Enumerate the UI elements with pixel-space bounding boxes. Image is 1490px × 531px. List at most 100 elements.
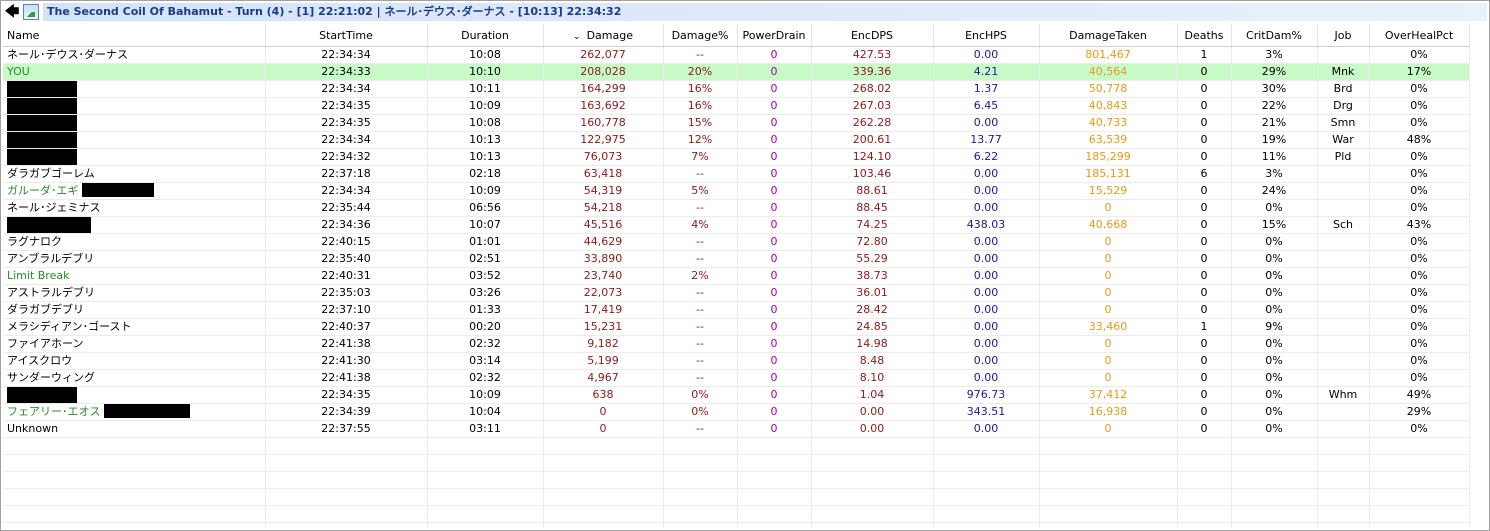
column-header-enchps[interactable]: EncHPS bbox=[933, 24, 1040, 47]
cell-damagetaken: 0 bbox=[1039, 284, 1178, 302]
cell-duration: 00:20 bbox=[427, 318, 544, 336]
table-row[interactable]: アストラルデブリ 22:35:03 03:26 22,073 -- 0 36.01 0.00 0… bbox=[3, 284, 1470, 302]
table-row[interactable]: 22:34:32 10:13 76,073 7% 0 124.10 6.22 185,299 0… bbox=[3, 148, 1470, 166]
cell-deaths: 0 bbox=[1177, 182, 1232, 200]
cell-name bbox=[3, 386, 266, 404]
column-header-damagetaken[interactable]: DamageTaken bbox=[1039, 24, 1178, 47]
cell-critdam: 3% bbox=[1231, 165, 1318, 183]
table-row[interactable]: アンブラルデブリ 22:35:40 02:51 33,890 -- 0 55.29 0.00 0… bbox=[3, 250, 1470, 268]
combatant-name: アストラルデブリ bbox=[7, 286, 95, 299]
empty-cell bbox=[1369, 488, 1470, 506]
header-row: Name StartTime Duration ⌄ Damage Damage% … bbox=[3, 24, 1470, 47]
table-row[interactable]: YOU 22:34:33 10:10 208,028 20% 0 339.36 4.21 40,… bbox=[3, 63, 1470, 81]
column-header-duration[interactable]: Duration bbox=[427, 24, 544, 47]
column-header-overhealpct[interactable]: OverHealPct bbox=[1369, 24, 1470, 47]
cell-job: Drg bbox=[1317, 97, 1370, 115]
table-row[interactable]: Unknown 22:37:55 03:11 0 -- 0 0.00 0.00 0 0 0% 0% bbox=[3, 420, 1470, 438]
cell-damage: 23,740 bbox=[543, 267, 664, 285]
cell-deaths: 0 bbox=[1177, 131, 1232, 149]
empty-cell bbox=[663, 437, 738, 455]
empty-cell bbox=[663, 522, 738, 528]
image-icon[interactable] bbox=[23, 4, 39, 20]
cell-critdam: 3% bbox=[1231, 46, 1318, 64]
redacted-name bbox=[7, 115, 77, 131]
cell-deaths: 1 bbox=[1177, 46, 1232, 64]
cell-damagetaken: 0 bbox=[1039, 420, 1178, 438]
table-row[interactable]: 22:34:36 10:07 45,516 4% 0 74.25 438.03 40,668 0… bbox=[3, 216, 1470, 234]
table-row[interactable]: サンダーウィング 22:41:38 02:32 4,967 -- 0 8.10 0.00 0 0 0… bbox=[3, 369, 1470, 387]
cell-encdps: 14.98 bbox=[811, 335, 934, 353]
table-row[interactable]: アイスクロウ 22:41:30 03:14 5,199 -- 0 8.48 0.00 0 0 0% 0… bbox=[3, 352, 1470, 370]
column-header-damage[interactable]: ⌄ Damage bbox=[543, 24, 664, 47]
cell-duration: 02:32 bbox=[427, 335, 544, 353]
cell-name: アイスクロウ bbox=[3, 352, 266, 370]
table-row[interactable]: 22:34:34 10:11 164,299 16% 0 268.02 1.37 50,778… bbox=[3, 80, 1470, 98]
column-header-encdps[interactable]: EncDPS bbox=[811, 24, 934, 47]
table-row[interactable]: Limit Break 22:40:31 03:52 23,740 2% 0 38.73 0.… bbox=[3, 267, 1470, 285]
combatant-name: アンブラルデブリ bbox=[7, 252, 95, 265]
table-row[interactable]: フェアリー･エオス 22:34:39 10:04 0 0% 0 0.00 343.51 16,9… bbox=[3, 403, 1470, 421]
empty-cell bbox=[1317, 437, 1370, 455]
table-row[interactable]: ネール･ジェミナス 22:35:44 06:56 54,218 -- 0 88.45 0.00… bbox=[3, 199, 1470, 217]
empty-cell bbox=[1231, 488, 1318, 506]
table-row[interactable]: ファイアホーン 22:41:38 02:32 9,182 -- 0 14.98 0.00 0 0 0… bbox=[3, 335, 1470, 353]
cell-enchps: 0.00 bbox=[933, 301, 1040, 319]
cell-encdps: 38.73 bbox=[811, 267, 934, 285]
combatant-table[interactable]: Name StartTime Duration ⌄ Damage Damage% … bbox=[3, 24, 1487, 528]
empty-row bbox=[3, 522, 1470, 528]
cell-starttime: 22:34:36 bbox=[265, 216, 428, 234]
column-header-name[interactable]: Name bbox=[3, 24, 266, 47]
cell-enchps: 13.77 bbox=[933, 131, 1040, 149]
cell-starttime: 22:34:35 bbox=[265, 97, 428, 115]
combatant-name: ラグナロク bbox=[7, 235, 62, 248]
column-header-deaths[interactable]: Deaths bbox=[1177, 24, 1232, 47]
column-header-critdam[interactable]: CritDam% bbox=[1231, 24, 1318, 47]
cell-duration: 10:09 bbox=[427, 97, 544, 115]
table-row[interactable]: 22:34:35 10:09 163,692 16% 0 267.03 6.45 40,843… bbox=[3, 97, 1470, 115]
table-row[interactable]: ガルーダ･エギ 22:34:34 10:09 54,319 5% 0 88.61 0.00 15… bbox=[3, 182, 1470, 200]
cell-damage: 54,319 bbox=[543, 182, 664, 200]
table-row[interactable]: ネール･デウス･ダーナス 22:34:34 10:08 262,077 -- 0 427.5… bbox=[3, 46, 1470, 64]
cell-enchps: 0.00 bbox=[933, 165, 1040, 183]
table-row[interactable]: ダラガブゴーレム 22:37:18 02:18 63,418 -- 0 103.46 0.00… bbox=[3, 165, 1470, 183]
cell-damage-pct: -- bbox=[663, 46, 738, 64]
cell-enchps: 0.00 bbox=[933, 199, 1040, 217]
cell-overhealpct: 0% bbox=[1369, 369, 1470, 387]
cell-name: メラシディアン･ゴースト bbox=[3, 318, 266, 336]
cell-encdps: 124.10 bbox=[811, 148, 934, 166]
back-arrow-icon[interactable]: 🡄 bbox=[3, 3, 21, 21]
column-header-starttime[interactable]: StartTime bbox=[265, 24, 428, 47]
empty-cell bbox=[1317, 488, 1370, 506]
column-header-damage-pct[interactable]: Damage% bbox=[663, 24, 738, 47]
combatant-name: YOU bbox=[7, 65, 30, 78]
cell-enchps: 0.00 bbox=[933, 284, 1040, 302]
cell-critdam: 0% bbox=[1231, 403, 1318, 421]
empty-cell bbox=[3, 437, 266, 455]
empty-cell bbox=[933, 505, 1040, 523]
cell-duration: 03:11 bbox=[427, 420, 544, 438]
table-row[interactable]: ラグナロク 22:40:15 01:01 44,629 -- 0 72.80 0.00 0 0 0%… bbox=[3, 233, 1470, 251]
column-header-job[interactable]: Job bbox=[1317, 24, 1370, 47]
cell-duration: 10:09 bbox=[427, 182, 544, 200]
cell-duration: 03:14 bbox=[427, 352, 544, 370]
column-header-powerdrain[interactable]: PowerDrain bbox=[737, 24, 812, 47]
empty-cell bbox=[933, 488, 1040, 506]
cell-critdam: 0% bbox=[1231, 420, 1318, 438]
cell-overhealpct: 0% bbox=[1369, 318, 1470, 336]
cell-name: ダラガブゴーレム bbox=[3, 165, 266, 183]
cell-starttime: 22:35:03 bbox=[265, 284, 428, 302]
cell-duration: 10:04 bbox=[427, 403, 544, 421]
empty-cell bbox=[933, 471, 1040, 489]
cell-damagetaken: 185,299 bbox=[1039, 148, 1178, 166]
empty-cell bbox=[1317, 454, 1370, 472]
cell-damagetaken: 16,938 bbox=[1039, 403, 1178, 421]
cell-name bbox=[3, 131, 266, 149]
cell-critdam: 0% bbox=[1231, 250, 1318, 268]
empty-cell bbox=[737, 437, 812, 455]
table-row[interactable]: ダラガブデブリ 22:37:10 01:33 17,419 -- 0 28.42 0.00 0 0… bbox=[3, 301, 1470, 319]
cell-job: Sch bbox=[1317, 216, 1370, 234]
table-row[interactable]: 22:34:35 10:08 160,778 15% 0 262.28 0.00 40,733… bbox=[3, 114, 1470, 132]
table-row[interactable]: 22:34:35 10:09 638 0% 0 1.04 976.73 37,412 0 0% Wh… bbox=[3, 386, 1470, 404]
table-row[interactable]: 22:34:34 10:13 122,975 12% 0 200.61 13.77 63,53… bbox=[3, 131, 1470, 149]
table-row[interactable]: メラシディアン･ゴースト 22:40:37 00:20 15,231 -- 0 24.85 0… bbox=[3, 318, 1470, 336]
